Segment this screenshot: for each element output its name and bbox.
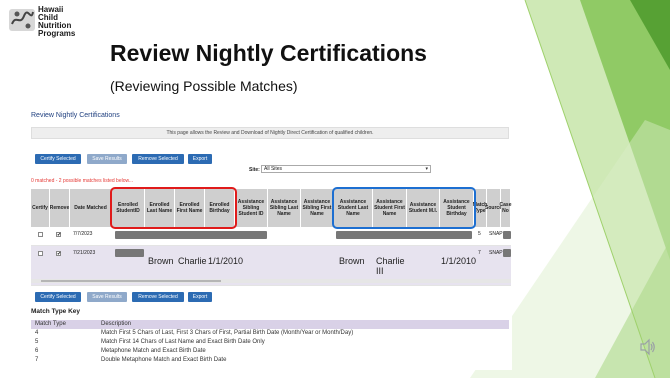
column-header[interactable]: Assistance Sibling Last Name <box>268 189 301 227</box>
scrollbar-thumb[interactable] <box>41 280 221 282</box>
application-screenshot: Review Nightly Certifications This page … <box>26 108 512 370</box>
horizontal-scrollbar[interactable] <box>31 279 511 283</box>
match-type: 7 <box>478 250 481 256</box>
column-header[interactable]: Assistance Sibling First Name <box>301 189 334 227</box>
column-header[interactable]: Certify <box>31 189 50 227</box>
match-key-type: 5 <box>35 339 39 345</box>
redacted-value <box>336 231 472 239</box>
remove-selected-button[interactable]: Remove Selected <box>132 292 184 302</box>
remove-checkbox[interactable]: ✔ <box>56 251 61 257</box>
match-key-row: 7 Double Metaphone Match and Exact Birth… <box>31 356 509 365</box>
save-results-button[interactable]: Save Results <box>87 154 127 164</box>
certify-checkbox[interactable] <box>38 232 43 237</box>
speaker-icon[interactable] <box>640 338 656 356</box>
match-key-desc: Match First 14 Chars of Last Name and Ex… <box>101 339 265 345</box>
site-label: Site: <box>249 167 260 173</box>
redacted-value <box>503 249 511 257</box>
column-header[interactable]: Assistance Sibling Student ID <box>235 189 268 227</box>
table-row[interactable]: ✔ 7/7/2023 5 SNAP <box>31 227 511 246</box>
date-matched: 7/7/2023 <box>73 231 93 237</box>
certify-selected-button[interactable]: Certify Selected <box>35 154 81 164</box>
column-header[interactable]: Remove <box>50 189 70 227</box>
assistance-birthday: 1/1/2010 <box>441 256 477 266</box>
export-button[interactable]: Export <box>188 292 212 302</box>
results-table: Certify Remove Date Matched Enrolled Stu… <box>31 187 511 286</box>
remove-checkbox[interactable]: ✔ <box>56 232 61 238</box>
top-button-row: Certify Selected Save Results Remove Sel… <box>35 154 235 164</box>
redacted-value <box>503 231 511 239</box>
column-header[interactable]: Case No <box>500 189 511 227</box>
assistance-last-name: Brown <box>339 256 365 266</box>
site-select-value: All Sites <box>264 166 283 172</box>
enrolled-birthday: 1/1/2010 <box>208 256 244 266</box>
match-key-desc-header: Description <box>101 321 132 327</box>
presentation-slide: Hawaii Child Nutrition Programs Review N… <box>0 0 670 378</box>
match-key-row: 6 Metaphone Match and Exact Birth Date <box>31 347 509 356</box>
match-key-desc: Metaphone Match and Exact Birth Date <box>101 348 206 354</box>
info-banner: This page allows the Review and Download… <box>31 127 509 139</box>
enrolled-last-name: Brown <box>148 256 174 266</box>
logo-text: Hawaii Child Nutrition Programs <box>38 6 75 38</box>
match-key-row: 5 Match First 14 Chars of Last Name and … <box>31 338 509 347</box>
redacted-value <box>115 231 267 239</box>
match-key-type: 4 <box>35 330 39 336</box>
slide-subtitle: (Reviewing Possible Matches) <box>110 78 298 94</box>
hawaii-cnp-logo-icon <box>9 9 35 31</box>
match-key-header: Match Type Description <box>31 320 509 329</box>
column-header[interactable]: Date Matched <box>70 189 112 227</box>
match-type: 5 <box>478 231 481 237</box>
match-key-type-header: Match Type <box>35 321 66 327</box>
assistance-columns-highlight <box>332 187 476 229</box>
match-key-title: Match Type Key <box>31 308 81 315</box>
bottom-button-row: Certify Selected Save Results Remove Sel… <box>35 292 235 302</box>
date-matched: 7/21/2023 <box>73 250 96 256</box>
program-logo: Hawaii Child Nutrition Programs <box>8 4 104 46</box>
matched-note: 0 matched - 2 possible matches listed be… <box>31 178 133 184</box>
certify-checkbox[interactable] <box>38 251 43 256</box>
source: SNAP <box>489 250 503 256</box>
match-key-type: 7 <box>35 357 39 363</box>
remove-selected-button[interactable]: Remove Selected <box>132 154 184 164</box>
enrolled-columns-highlight <box>110 187 237 229</box>
redacted-value <box>115 249 144 257</box>
site-select[interactable]: All Sites ▾ <box>261 165 431 173</box>
info-text: This page allows the Review and Download… <box>166 130 374 136</box>
source: SNAP <box>489 231 503 237</box>
assistance-first-name: Charlie III <box>376 256 405 276</box>
logo-line: Programs <box>38 29 76 38</box>
enrolled-first-name: Charlie <box>178 256 207 266</box>
page-title: Review Nightly Certifications <box>31 112 120 119</box>
chevron-down-icon: ▾ <box>425 166 428 172</box>
match-key-desc: Match First 5 Chars of Last, First 3 Cha… <box>101 330 354 336</box>
match-key-type: 6 <box>35 348 39 354</box>
match-key-row: 4 Match First 5 Chars of Last, First 3 C… <box>31 329 509 338</box>
match-key-desc: Double Metaphone Match and Exact Birth D… <box>101 357 227 363</box>
save-results-button[interactable]: Save Results <box>87 292 127 302</box>
export-button[interactable]: Export <box>188 154 212 164</box>
certify-selected-button[interactable]: Certify Selected <box>35 292 81 302</box>
slide-title: Review Nightly Certifications <box>110 40 427 66</box>
